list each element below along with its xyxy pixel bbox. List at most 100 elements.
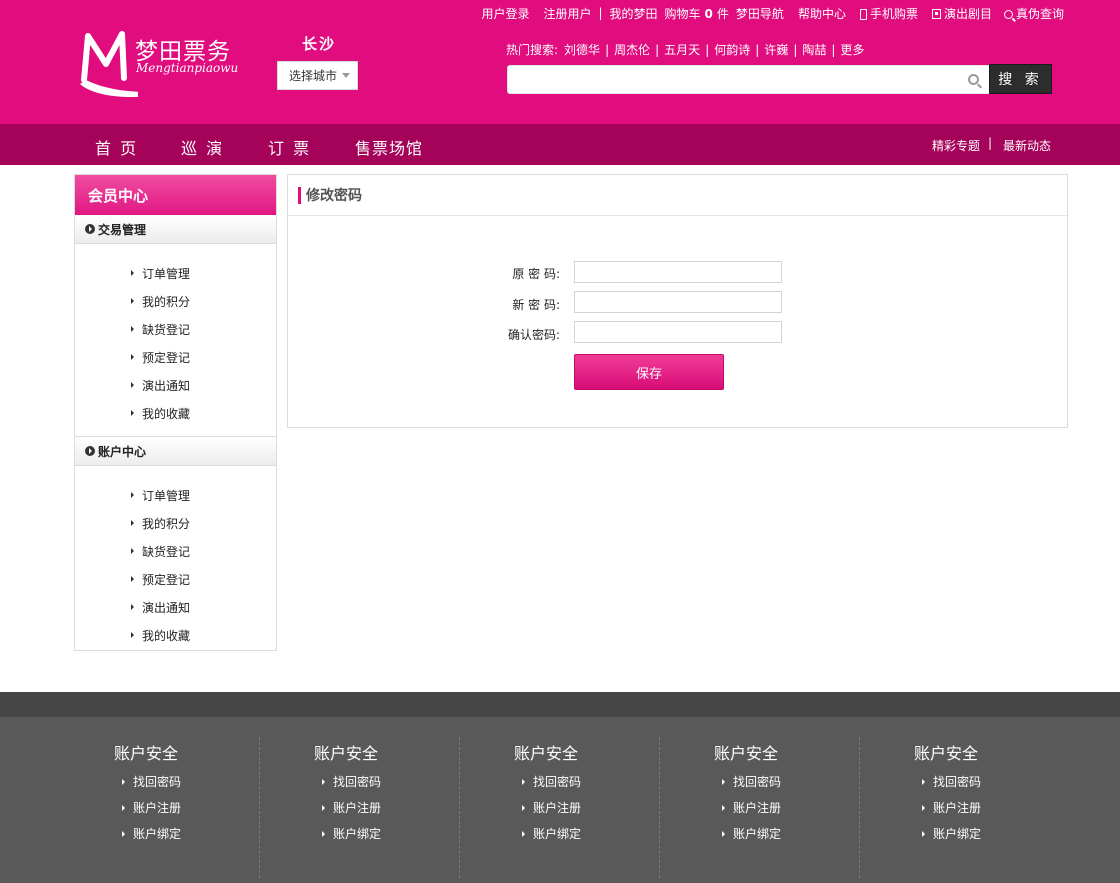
login-link[interactable]: 用户登录	[481, 5, 529, 22]
nav-tour[interactable]: 巡 演	[181, 135, 224, 159]
sidebar-item-show-notice[interactable]: 演出通知	[75, 371, 276, 399]
cart-link[interactable]: 购物车 0 件	[665, 5, 729, 22]
bullet-arrow-icon	[122, 804, 125, 811]
site-logo[interactable]: 梦田票务 Mengtianpiaowu	[78, 30, 250, 100]
sidebar-item-reservation[interactable]: 预定登记	[75, 565, 276, 593]
sidebar-item-label: 订单管理	[142, 488, 191, 503]
bullet-arrow-icon	[122, 830, 125, 837]
footer-link-recover-password[interactable]: 找回密码	[322, 773, 381, 790]
register-link[interactable]: 注册用户	[543, 5, 591, 22]
help-center-link[interactable]: 帮助中心	[798, 5, 846, 22]
footer-link-bind-account[interactable]: 账户绑定	[522, 825, 581, 842]
search-button[interactable]: 搜 索	[989, 64, 1052, 94]
footer-link-label: 找回密码	[133, 775, 182, 789]
footer-link-bind-account[interactable]: 账户绑定	[922, 825, 981, 842]
member-sidebar: 会员中心 交易管理 订单管理 我的积分 缺货登记 预定登记 演出通知 我的收藏 …	[74, 174, 277, 651]
bullet-arrow-icon	[722, 804, 725, 811]
top-utility-nav: 用户登录 注册用户 | 我的梦田 购物车 0 件 梦田导航 帮助中心 手机购票 演出…	[481, 5, 1064, 21]
sidebar-item-label: 缺货登记	[142, 544, 191, 559]
bullet-arrow-icon	[131, 326, 134, 332]
nav-home[interactable]: 首 页	[95, 135, 138, 159]
topnav-separator: |	[598, 6, 603, 20]
hot-search-separator: |	[793, 42, 798, 57]
nav-tickets[interactable]: 订 票	[268, 135, 311, 159]
footer-link-bind-account[interactable]: 账户绑定	[122, 825, 181, 842]
hot-search-more-link[interactable]: 更多	[840, 41, 864, 58]
old-password-field[interactable]	[574, 261, 782, 283]
my-account-link[interactable]: 我的梦田	[610, 5, 658, 22]
hot-search-item[interactable]: 许巍	[764, 41, 788, 58]
footer-link-register[interactable]: 账户注册	[122, 799, 181, 816]
sidebar-item-favorites[interactable]: 我的收藏	[75, 621, 276, 649]
footer-link-label: 账户绑定	[333, 827, 382, 841]
repertoire-link[interactable]: 演出剧目	[931, 5, 992, 22]
bullet-arrow-icon	[722, 830, 725, 837]
search-icon[interactable]	[968, 74, 979, 85]
sidebar-list-account: 订单管理 我的积分 缺货登记 预定登记 演出通知 我的收藏	[75, 466, 276, 658]
sidebar-title: 会员中心	[75, 175, 276, 215]
hot-search-item[interactable]: 何韵诗	[714, 41, 750, 58]
cart-unit: 件	[716, 6, 729, 21]
bullet-arrow-icon	[322, 830, 325, 837]
footer-link-register[interactable]: 账户注册	[722, 799, 781, 816]
city-select-label: 选择城市	[289, 69, 338, 83]
nav-venues[interactable]: 售票场馆	[355, 135, 423, 159]
sidebar-item-points[interactable]: 我的积分	[75, 287, 276, 315]
magnifier-icon	[1003, 9, 1013, 19]
site-footer: 账户安全 找回密码 账户注册 账户绑定 账户安全 找回密码 账户注册 账户绑定 …	[0, 717, 1120, 883]
nav-featured-topics[interactable]: 精彩专题	[932, 137, 980, 154]
sidebar-item-points[interactable]: 我的积分	[75, 509, 276, 537]
hot-search-separator: |	[755, 42, 760, 57]
nav-latest-news[interactable]: 最新动态	[1003, 137, 1051, 154]
footer-column-title: 账户安全	[514, 744, 579, 763]
bullet-arrow-icon	[522, 830, 525, 837]
circle-arrow-icon	[85, 224, 95, 234]
footer-link-register[interactable]: 账户注册	[922, 799, 981, 816]
sidebar-item-stockout[interactable]: 缺货登记	[75, 315, 276, 343]
footer-link-register[interactable]: 账户注册	[522, 799, 581, 816]
footer-link-recover-password[interactable]: 找回密码	[122, 773, 181, 790]
sidebar-group-trade[interactable]: 交易管理	[75, 215, 276, 244]
footer-column: 账户安全 找回密码 账户注册 账户绑定	[460, 737, 660, 878]
sidebar-item-orders[interactable]: 订单管理	[75, 259, 276, 287]
site-nav-link[interactable]: 梦田导航	[736, 5, 784, 22]
city-select-dropdown[interactable]: 选择城市	[277, 61, 358, 90]
verify-link[interactable]: 真伪查询	[1003, 5, 1064, 22]
footer-link-bind-account[interactable]: 账户绑定	[722, 825, 781, 842]
cart-count: 0	[704, 6, 713, 21]
dropdown-caret-icon	[342, 73, 351, 78]
sidebar-item-favorites[interactable]: 我的收藏	[75, 399, 276, 427]
sidebar-item-orders[interactable]: 订单管理	[75, 481, 276, 509]
save-button[interactable]: 保存	[574, 354, 724, 390]
footer-link-label: 账户注册	[533, 801, 582, 815]
footer-link-recover-password[interactable]: 找回密码	[922, 773, 981, 790]
sidebar-item-stockout[interactable]: 缺货登记	[75, 537, 276, 565]
sidebar-group-account[interactable]: 账户中心	[75, 437, 276, 466]
footer-link-label: 账户注册	[333, 801, 382, 815]
sidebar-group-label: 交易管理	[98, 222, 147, 237]
hot-search-separator: |	[605, 42, 610, 57]
hot-search-item[interactable]: 陶喆	[802, 41, 826, 58]
footer-link-label: 账户注册	[133, 801, 182, 815]
current-city: 长沙	[302, 35, 337, 53]
hot-search-item[interactable]: 五月天	[664, 41, 700, 58]
hot-search-item[interactable]: 周杰伦	[614, 41, 650, 58]
confirm-password-field[interactable]	[574, 321, 782, 343]
search-input[interactable]	[508, 66, 958, 93]
hot-search-item[interactable]: 刘德华	[564, 41, 600, 58]
bullet-arrow-icon	[122, 778, 125, 785]
mobile-ticket-link[interactable]: 手机购票	[859, 5, 918, 22]
sidebar-item-reservation[interactable]: 预定登记	[75, 343, 276, 371]
sidebar-item-label: 我的收藏	[142, 406, 191, 421]
footer-link-register[interactable]: 账户注册	[322, 799, 381, 816]
footer-column: 账户安全 找回密码 账户注册 账户绑定	[60, 737, 260, 878]
bullet-arrow-icon	[131, 492, 134, 498]
new-password-label: 新 密 码:	[512, 298, 560, 312]
sidebar-item-show-notice[interactable]: 演出通知	[75, 593, 276, 621]
footer-link-recover-password[interactable]: 找回密码	[522, 773, 581, 790]
bullet-arrow-icon	[922, 778, 925, 785]
footer-link-recover-password[interactable]: 找回密码	[722, 773, 781, 790]
footer-link-label: 账户绑定	[733, 827, 782, 841]
new-password-field[interactable]	[574, 291, 782, 313]
footer-link-bind-account[interactable]: 账户绑定	[322, 825, 381, 842]
